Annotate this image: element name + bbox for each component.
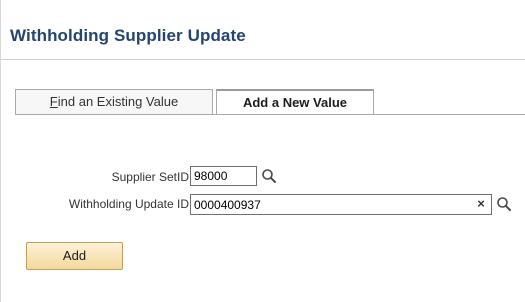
magnifier-icon [262,169,276,183]
tab-add-label: Add a New Value [242,95,348,110]
magnifier-icon [497,197,511,211]
page-frame: Withholding Supplier Update Find an Exis… [0,0,525,302]
supplier-setid-input[interactable] [190,166,257,186]
tab-add-new-value[interactable]: Add a New Value [216,89,374,115]
tab-divider [15,114,525,115]
add-button[interactable]: Add [26,242,123,270]
tab-find-label: ind an Existing Value [57,94,179,109]
withholding-update-id-label: Withholding Update ID [68,197,189,211]
update-id-lookup-icon[interactable] [496,196,512,212]
supplier-setid-label: Supplier SetID [111,170,189,184]
clear-icon[interactable]: × [475,197,487,211]
withholding-update-id-input[interactable] [190,194,492,215]
setid-lookup-icon[interactable] [261,168,277,184]
tab-find-existing-value[interactable]: Find an Existing Value [15,89,213,115]
page-title: Withholding Supplier Update [10,26,246,45]
tab-find-accesskey: F [49,94,58,109]
title-divider [1,59,525,60]
